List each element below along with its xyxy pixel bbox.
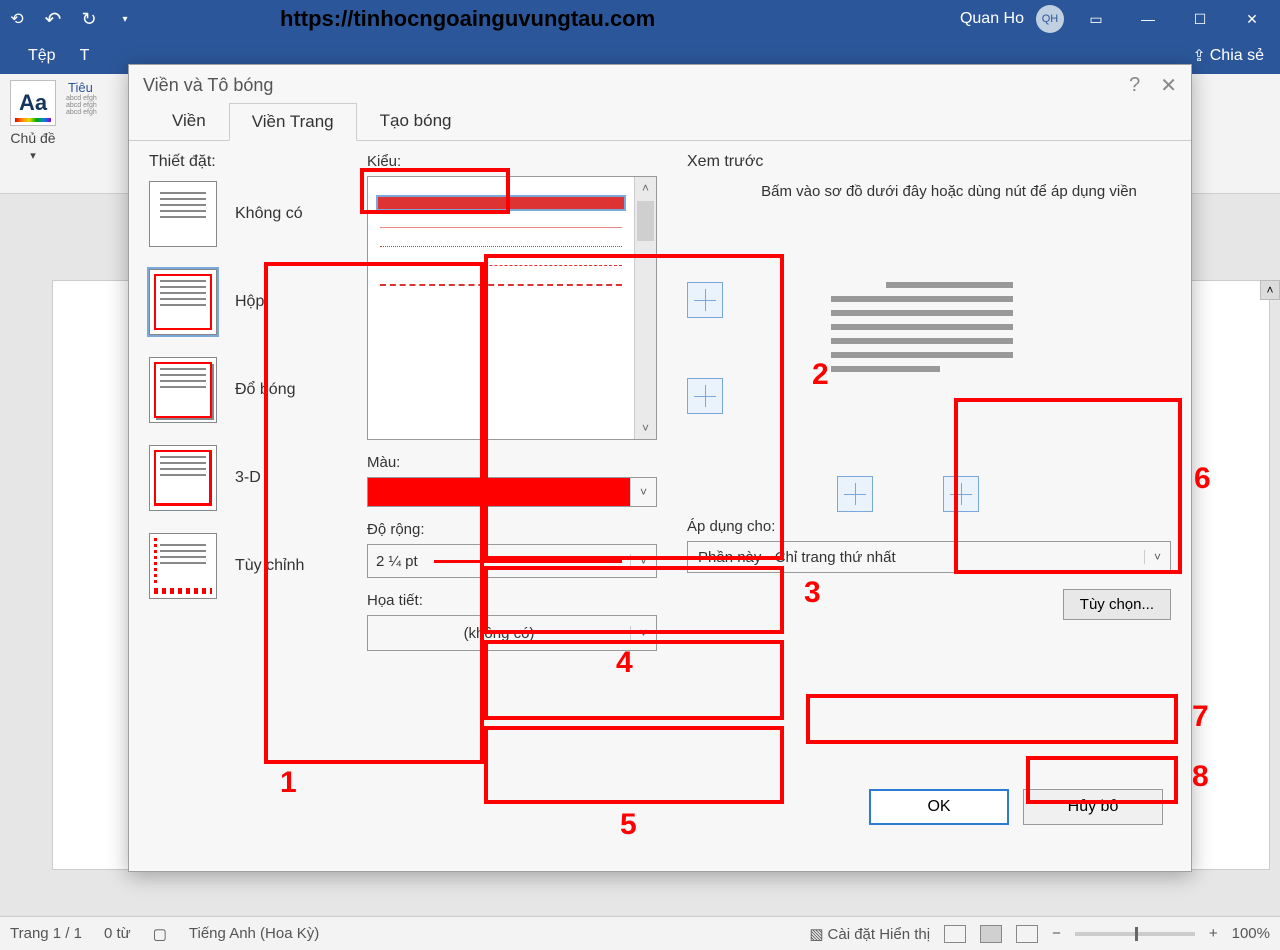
zoom-out-icon[interactable]: − bbox=[1052, 925, 1061, 942]
share-button[interactable]: ⇪ Chia sẻ bbox=[1192, 46, 1264, 66]
apply-to-value: Phần này - Chỉ trang thứ nhất bbox=[688, 549, 1144, 566]
preview-hint: Bấm vào sơ đồ dưới đây hoặc dùng nút để … bbox=[747, 181, 1151, 202]
save-icon[interactable]: ⟲ bbox=[8, 10, 26, 28]
chevron-down-icon[interactable]: ˅ bbox=[1144, 550, 1170, 564]
title-style-sub: abcd efghabcd efghabcd efgh bbox=[66, 95, 97, 116]
width-sample bbox=[434, 560, 622, 563]
setting-custom[interactable]: Tùy chỉnh bbox=[149, 533, 359, 599]
proofing-icon[interactable]: ▢ bbox=[153, 925, 167, 943]
themes-icon: Aa bbox=[19, 90, 47, 116]
border-top-button[interactable] bbox=[687, 282, 723, 318]
options-button[interactable]: Tùy chọn... bbox=[1063, 589, 1171, 620]
chevron-down-icon[interactable]: ˅ bbox=[630, 554, 656, 568]
chevron-down-icon[interactable]: ˅ bbox=[630, 478, 656, 506]
overlay-url: https://tinhocngoainguvungtau.com bbox=[280, 6, 655, 32]
preview-heading: Xem trước bbox=[687, 153, 1171, 171]
ribbon-tab-hidden[interactable]: T bbox=[68, 47, 102, 65]
undo-icon[interactable]: ↶ bbox=[44, 10, 62, 28]
cancel-button[interactable]: Hủy bỏ bbox=[1023, 789, 1163, 825]
width-heading: Độ rộng: bbox=[367, 521, 657, 538]
settings-heading: Thiết đặt: bbox=[149, 153, 359, 171]
setting-box-label: Hộp bbox=[235, 293, 264, 311]
themes-button[interactable]: Aa bbox=[10, 80, 56, 126]
chevron-down-icon[interactable]: ˅ bbox=[630, 626, 656, 640]
redo-icon[interactable]: ↻ bbox=[80, 10, 98, 28]
zoom-slider[interactable] bbox=[1075, 932, 1195, 936]
art-dropdown[interactable]: (không có) ˅ bbox=[367, 615, 657, 651]
zoom-in-icon[interactable]: + bbox=[1209, 925, 1218, 942]
dialog-close-icon[interactable]: ✕ bbox=[1160, 73, 1177, 98]
ribbon-display-icon[interactable]: ▭ bbox=[1076, 4, 1116, 34]
scroll-up-icon[interactable]: ˄ bbox=[1260, 280, 1280, 300]
qat-more-icon[interactable]: ▾ bbox=[116, 10, 134, 28]
ok-button[interactable]: OK bbox=[869, 789, 1009, 825]
user-avatar[interactable]: QH bbox=[1036, 5, 1064, 33]
title-style[interactable]: Tiêu bbox=[68, 80, 97, 95]
preview-area bbox=[687, 222, 1171, 512]
window-close-icon[interactable]: ✕ bbox=[1232, 4, 1272, 34]
apply-to-heading: Áp dụng cho: bbox=[687, 518, 1171, 535]
web-layout-icon[interactable] bbox=[1016, 925, 1038, 943]
page-indicator[interactable]: Trang 1 / 1 bbox=[10, 925, 82, 942]
dialog-footer: OK Hủy bỏ bbox=[129, 789, 1191, 825]
print-layout-icon[interactable] bbox=[980, 925, 1002, 943]
art-heading: Họa tiết: bbox=[367, 592, 657, 609]
border-right-button[interactable] bbox=[943, 476, 979, 512]
share-icon: ⇪ bbox=[1192, 46, 1205, 66]
status-bar: Trang 1 / 1 0 từ ▢ Tiếng Anh (Hoa Kỳ) ▧C… bbox=[0, 916, 1280, 950]
read-mode-icon[interactable] bbox=[944, 925, 966, 943]
user-name: Quan Ho bbox=[960, 10, 1024, 28]
style-listbox[interactable]: ˄ ˅ bbox=[367, 176, 657, 440]
title-bar: ⟲ ↶ ↻ ▾ https://tinhocngoainguvungtau.co… bbox=[0, 0, 1280, 38]
language-indicator[interactable]: Tiếng Anh (Hoa Kỳ) bbox=[189, 925, 319, 942]
setting-3d-label: 3-D bbox=[235, 469, 261, 487]
tab-page-border[interactable]: Viền Trang bbox=[229, 103, 357, 141]
preview-column: Xem trước Bấm vào sơ đồ dưới đây hoặc dù… bbox=[687, 153, 1171, 765]
preview-diagram[interactable] bbox=[817, 262, 1027, 422]
tab-borders[interactable]: Viền bbox=[149, 102, 229, 140]
width-dropdown[interactable]: 2 ¼ pt ˅ bbox=[367, 544, 657, 578]
style-heading: Kiểu: bbox=[367, 153, 657, 170]
apply-to-dropdown[interactable]: Phần này - Chỉ trang thứ nhất ˅ bbox=[687, 541, 1171, 573]
dialog-tabs: Viền Viền Trang Tạo bóng bbox=[129, 101, 1191, 141]
setting-custom-label: Tùy chỉnh bbox=[235, 557, 304, 575]
style-scrollbar[interactable]: ˄ ˅ bbox=[634, 177, 656, 439]
word-count[interactable]: 0 từ bbox=[104, 925, 131, 942]
border-left-button[interactable] bbox=[837, 476, 873, 512]
setting-shadow-label: Đổ bóng bbox=[235, 381, 296, 399]
share-label: Chia sẻ bbox=[1210, 47, 1264, 65]
minimize-icon[interactable]: ― bbox=[1128, 4, 1168, 34]
file-tab[interactable]: Tệp bbox=[16, 47, 68, 65]
color-swatch bbox=[368, 478, 630, 506]
style-column: Kiểu: ˄ ˅ Màu: ˅ bbox=[367, 153, 657, 765]
zoom-level[interactable]: 100% bbox=[1232, 925, 1270, 942]
setting-box[interactable]: Hộp bbox=[149, 269, 359, 335]
width-value: 2 ¼ pt bbox=[368, 553, 426, 570]
border-bottom-button[interactable] bbox=[687, 378, 723, 414]
dialog-title-bar: Viền và Tô bóng ? ✕ bbox=[129, 65, 1191, 105]
setting-shadow[interactable]: Đổ bóng bbox=[149, 357, 359, 423]
dialog-help-icon[interactable]: ? bbox=[1129, 74, 1140, 97]
scroll-up-icon[interactable]: ˄ bbox=[635, 177, 656, 199]
setting-3d[interactable]: 3-D bbox=[149, 445, 359, 511]
color-heading: Màu: bbox=[367, 454, 657, 471]
display-settings[interactable]: ▧Cài đặt Hiển thị bbox=[809, 925, 930, 943]
themes-label: Chủ đề▾ bbox=[10, 130, 56, 162]
maximize-icon[interactable]: ☐ bbox=[1180, 4, 1220, 34]
setting-none[interactable]: Không có bbox=[149, 181, 359, 247]
color-dropdown[interactable]: ˅ bbox=[367, 477, 657, 507]
settings-column: Thiết đặt: Không có Hộp Đổ bóng 3-D Tùy … bbox=[149, 153, 359, 765]
tab-shading[interactable]: Tạo bóng bbox=[357, 102, 475, 140]
art-value: (không có) bbox=[368, 625, 630, 642]
borders-shading-dialog: Viền và Tô bóng ? ✕ Viền Viền Trang Tạo … bbox=[128, 64, 1192, 872]
scroll-down-icon[interactable]: ˅ bbox=[635, 417, 656, 439]
setting-none-label: Không có bbox=[235, 205, 303, 223]
dialog-title: Viền và Tô bóng bbox=[143, 75, 273, 96]
